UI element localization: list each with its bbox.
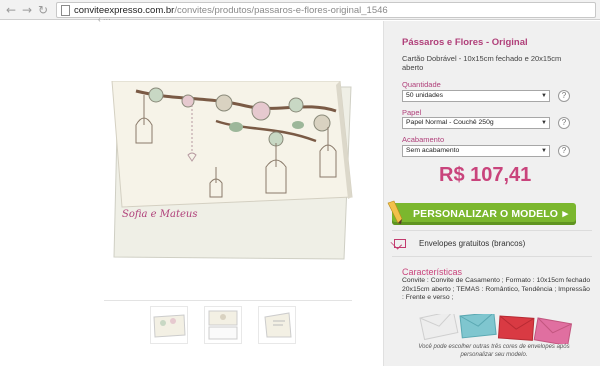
finish-select[interactable]: Sem acabamento ▼ [402, 145, 550, 157]
personalize-button-label: PERSONALIZAR O MODELO [413, 208, 559, 220]
card-illustration [111, 80, 353, 260]
characteristics-title: Características [402, 267, 463, 277]
product-description: Cartão Dobrável - 10x15cm fechado e 20x1… [402, 54, 562, 72]
thumbnail-1[interactable] [150, 306, 188, 344]
chevron-right-icon: ▸ [562, 208, 568, 220]
envelope-colors [419, 314, 573, 344]
back-link-fragment: ‹ ··· [98, 15, 111, 24]
envelope-red [497, 315, 535, 341]
envelope-icon [394, 239, 406, 248]
forward-arrow-icon[interactable]: → [20, 3, 34, 17]
product-title: Pássaros e Flores - Original [402, 37, 528, 48]
envelope-blue [459, 314, 497, 339]
quantity-label: Quantidade [402, 80, 441, 89]
quantity-help-icon[interactable]: ? [558, 90, 570, 102]
free-envelopes-label: Envelopes gratuitos (brancos) [419, 239, 526, 248]
personalize-button[interactable]: PERSONALIZAR O MODELO ▸ [392, 203, 576, 225]
browser-address-bar: ← → ↻ conviteexpresso.com.br/convites/pr… [0, 0, 600, 20]
dropdown-arrow-icon: ▼ [541, 120, 547, 126]
paper-help-icon[interactable]: ? [558, 117, 570, 129]
paper-select[interactable]: Papel Normal - Couchê 250g ▼ [402, 117, 550, 129]
url-field[interactable]: conviteexpresso.com.br/convites/produtos… [56, 2, 596, 18]
back-arrow-icon[interactable]: ← [4, 3, 18, 17]
paper-label: Papel [402, 108, 422, 117]
envelope-pink [533, 317, 573, 344]
page-content: ‹ ··· Sofia e Mateus Pássaros e Flores -… [0, 15, 600, 366]
thumbnails-divider [104, 300, 352, 301]
product-panel: Pássaros e Flores - Original Cartão Dobr… [384, 21, 600, 366]
thumbnail-3[interactable] [258, 306, 296, 344]
divider [392, 256, 592, 257]
card-names: Sofia e Mateus [122, 209, 198, 220]
thumbnail-2[interactable] [204, 306, 242, 344]
price: R$ 107,41 [439, 164, 532, 186]
envelope-white [419, 314, 459, 341]
product-image[interactable]: Sofia e Mateus [96, 80, 356, 281]
characteristics-text: Convite : Convite de Casamento ; Formato… [402, 277, 591, 301]
url-text: conviteexpresso.com.br/convites/produtos… [74, 5, 388, 16]
envelope-note: Você pode escolher outras três cores de … [418, 344, 570, 358]
pencil-icon [387, 200, 403, 224]
divider [392, 230, 592, 231]
quantity-select[interactable]: 50 unidades ▼ [402, 90, 550, 102]
finish-label: Acabamento [402, 135, 445, 144]
reload-icon[interactable]: ↻ [36, 3, 50, 17]
page-icon [61, 5, 70, 16]
dropdown-arrow-icon: ▼ [541, 93, 547, 99]
finish-help-icon[interactable]: ? [558, 145, 570, 157]
dropdown-arrow-icon: ▼ [541, 148, 547, 154]
